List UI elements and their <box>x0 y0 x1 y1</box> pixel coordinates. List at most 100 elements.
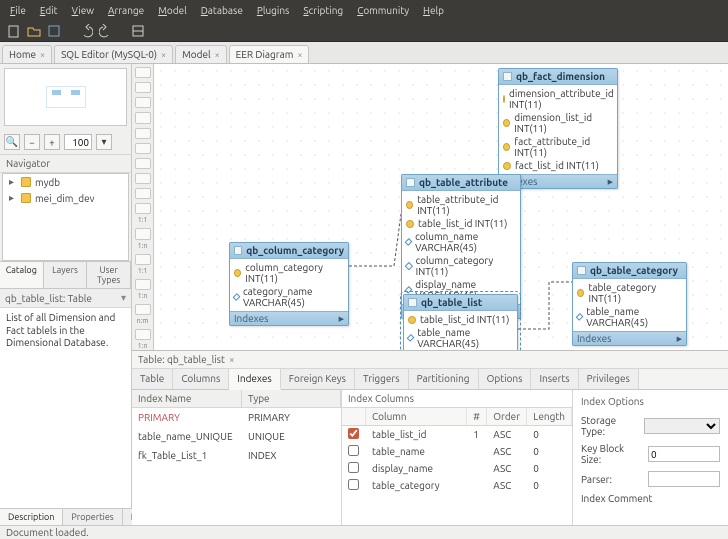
menu-edit[interactable]: Edit <box>34 3 64 18</box>
prop-tab-privileges[interactable]: Privileges <box>579 369 639 389</box>
info-tab-properties[interactable]: Properties <box>63 509 122 525</box>
index-row[interactable]: fk_Table_List_1INDEX <box>132 446 341 465</box>
info-tab-description[interactable]: Description <box>0 509 63 525</box>
idxcol-checkbox[interactable] <box>348 479 359 490</box>
entity-fact_dim[interactable]: qb_fact_dimension dimension_attribute_id … <box>498 68 618 189</box>
zoom-tool-icon[interactable]: 🔍 <box>4 134 20 150</box>
close-icon[interactable]: × <box>215 50 220 60</box>
index-column-row[interactable]: display_nameASC0 <box>342 460 572 477</box>
close-icon[interactable]: × <box>161 50 166 60</box>
save-icon[interactable] <box>46 23 62 39</box>
tab-home[interactable]: Home× <box>2 45 52 63</box>
nav-tab-layers[interactable]: Layers <box>44 262 88 288</box>
menu-model[interactable]: Model <box>152 3 193 18</box>
index-column-row[interactable]: table_list_id1ASC0 <box>342 426 572 444</box>
entity-header[interactable]: qb_table_attribute <box>402 175 520 191</box>
prop-tab-table[interactable]: Table <box>132 369 173 389</box>
column-row[interactable]: fact_attribute_id INT(11) <box>499 135 617 159</box>
entity-header[interactable]: qb_fact_dimension <box>499 69 617 85</box>
idxcol-checkbox[interactable] <box>348 428 359 439</box>
entity-footer[interactable]: Indexes▶ <box>573 331 686 345</box>
prop-tab-partitioning[interactable]: Partitioning <box>409 369 479 389</box>
column-row[interactable]: category_name VARCHAR(45) <box>230 285 348 309</box>
menu-view[interactable]: View <box>66 3 100 18</box>
image-tool-icon[interactable] <box>135 143 151 154</box>
column-row[interactable]: table_name VARCHAR(45) <box>404 326 517 350</box>
relation-n-m-tool[interactable] <box>135 304 151 315</box>
prop-close-icon[interactable]: × <box>229 354 235 365</box>
prop-tab-foreign-keys[interactable]: Foreign Keys <box>281 369 355 389</box>
column-row[interactable]: column_name VARCHAR(45) <box>402 230 520 254</box>
eer-canvas[interactable]: qb_fact_dimension dimension_attribute_id … <box>154 64 728 350</box>
column-row[interactable]: column_category INT(11) <box>230 261 348 285</box>
menu-scripting[interactable]: Scripting <box>297 3 349 18</box>
entity-tblcat[interactable]: qb_table_category table_category INT(11)t… <box>572 262 687 346</box>
index-row[interactable]: table_name_UNIQUEUNIQUE <box>132 427 341 446</box>
index-list[interactable]: Index Name Type PRIMARYPRIMARYtable_name… <box>132 390 342 525</box>
relation-1-1-tool[interactable] <box>135 254 151 265</box>
hand-tool-icon[interactable] <box>135 82 151 93</box>
tab-sql-editor-mysql-0-[interactable]: SQL Editor (MySQL-0)× <box>54 45 173 63</box>
entity-tbllist[interactable]: qb_table_listtable_list_id INT(11)table_… <box>403 294 518 350</box>
new-file-icon[interactable] <box>6 23 22 39</box>
menu-database[interactable]: Database <box>195 3 249 18</box>
prop-tab-indexes[interactable]: Indexes <box>229 369 280 390</box>
close-icon[interactable]: × <box>297 50 302 60</box>
idxcol-checkbox[interactable] <box>348 445 359 456</box>
parser-input[interactable] <box>648 471 720 487</box>
eraser-tool-icon[interactable] <box>135 97 151 108</box>
zoom-input[interactable] <box>64 134 92 150</box>
tab-model[interactable]: Model× <box>175 45 227 63</box>
entity-header[interactable]: qb_column_category <box>230 243 348 259</box>
idxcol-checkbox[interactable] <box>348 462 359 473</box>
storage-type-select[interactable] <box>644 418 720 434</box>
menu-arrange[interactable]: Arrange <box>102 3 150 18</box>
description-body[interactable]: List of all Dimension and Fact tablels i… <box>0 308 131 508</box>
zoom-dropdown-icon[interactable]: ▾ <box>96 134 112 150</box>
column-row[interactable]: column_category INT(11) <box>402 254 520 278</box>
menu-plugins[interactable]: Plugins <box>251 3 296 18</box>
entity-header[interactable]: qb_table_category <box>573 263 686 279</box>
column-row[interactable]: fact_list_id INT(11) <box>499 159 617 172</box>
zoom-out-button[interactable]: − <box>24 134 40 150</box>
view-tool-icon[interactable] <box>135 173 151 184</box>
column-row[interactable]: dimension_list_id INT(11) <box>499 111 617 135</box>
entity-colcat[interactable]: qb_column_category column_category INT(11… <box>229 242 349 326</box>
routine-tool-icon[interactable] <box>135 188 151 199</box>
open-folder-icon[interactable] <box>26 23 42 39</box>
pointer-tool-icon[interactable] <box>135 67 151 78</box>
relation-1-n-tool[interactable] <box>135 329 151 340</box>
prop-tab-triggers[interactable]: Triggers <box>355 369 409 389</box>
column-row[interactable]: table_category INT(11) <box>573 281 686 305</box>
index-column-row[interactable]: table_categoryASC0 <box>342 477 572 494</box>
relation-1-n-tool[interactable] <box>135 279 151 290</box>
index-row[interactable]: PRIMARYPRIMARY <box>132 408 341 427</box>
prop-tab-inserts[interactable]: Inserts <box>531 369 578 389</box>
entity-header[interactable]: qb_table_list <box>404 295 517 311</box>
close-icon[interactable]: × <box>40 50 45 60</box>
tree-item-mydb[interactable]: ▸mydb <box>3 174 128 190</box>
note-tool-icon[interactable] <box>135 128 151 139</box>
model-thumbnail[interactable] <box>4 68 127 126</box>
tab-eer-diagram[interactable]: EER Diagram× <box>229 45 310 63</box>
table-tool-icon[interactable] <box>135 158 151 169</box>
column-row[interactable]: dimension_attribute_id INT(11) <box>499 87 617 111</box>
menu-community[interactable]: Community <box>351 3 415 18</box>
tree-item-mei_dim_dev[interactable]: ▸mei_dim_dev <box>3 190 128 206</box>
nav-tab-user-types[interactable]: User Types <box>87 262 131 288</box>
index-columns[interactable]: Index Columns Column # Order Length tabl… <box>342 390 573 525</box>
layer-tool-icon[interactable] <box>135 112 151 123</box>
column-row[interactable]: table_list_id INT(11) <box>402 217 520 230</box>
menu-file[interactable]: File <box>4 3 32 18</box>
column-row[interactable]: table_name VARCHAR(45) <box>573 305 686 329</box>
index-column-row[interactable]: table_nameASC0 <box>342 443 572 460</box>
redo-icon[interactable] <box>98 23 114 39</box>
navigator-tree[interactable]: ▸mydb▸mei_dim_dev <box>2 173 129 261</box>
prop-tab-columns[interactable]: Columns <box>173 369 229 389</box>
prop-tab-options[interactable]: Options <box>479 369 532 389</box>
entity-footer[interactable]: Indexes▶ <box>230 311 348 325</box>
relation-1-n-tool[interactable] <box>135 228 151 239</box>
relation-1-1-tool[interactable] <box>135 203 151 214</box>
undo-icon[interactable] <box>78 23 94 39</box>
zoom-in-button[interactable]: + <box>44 134 60 150</box>
